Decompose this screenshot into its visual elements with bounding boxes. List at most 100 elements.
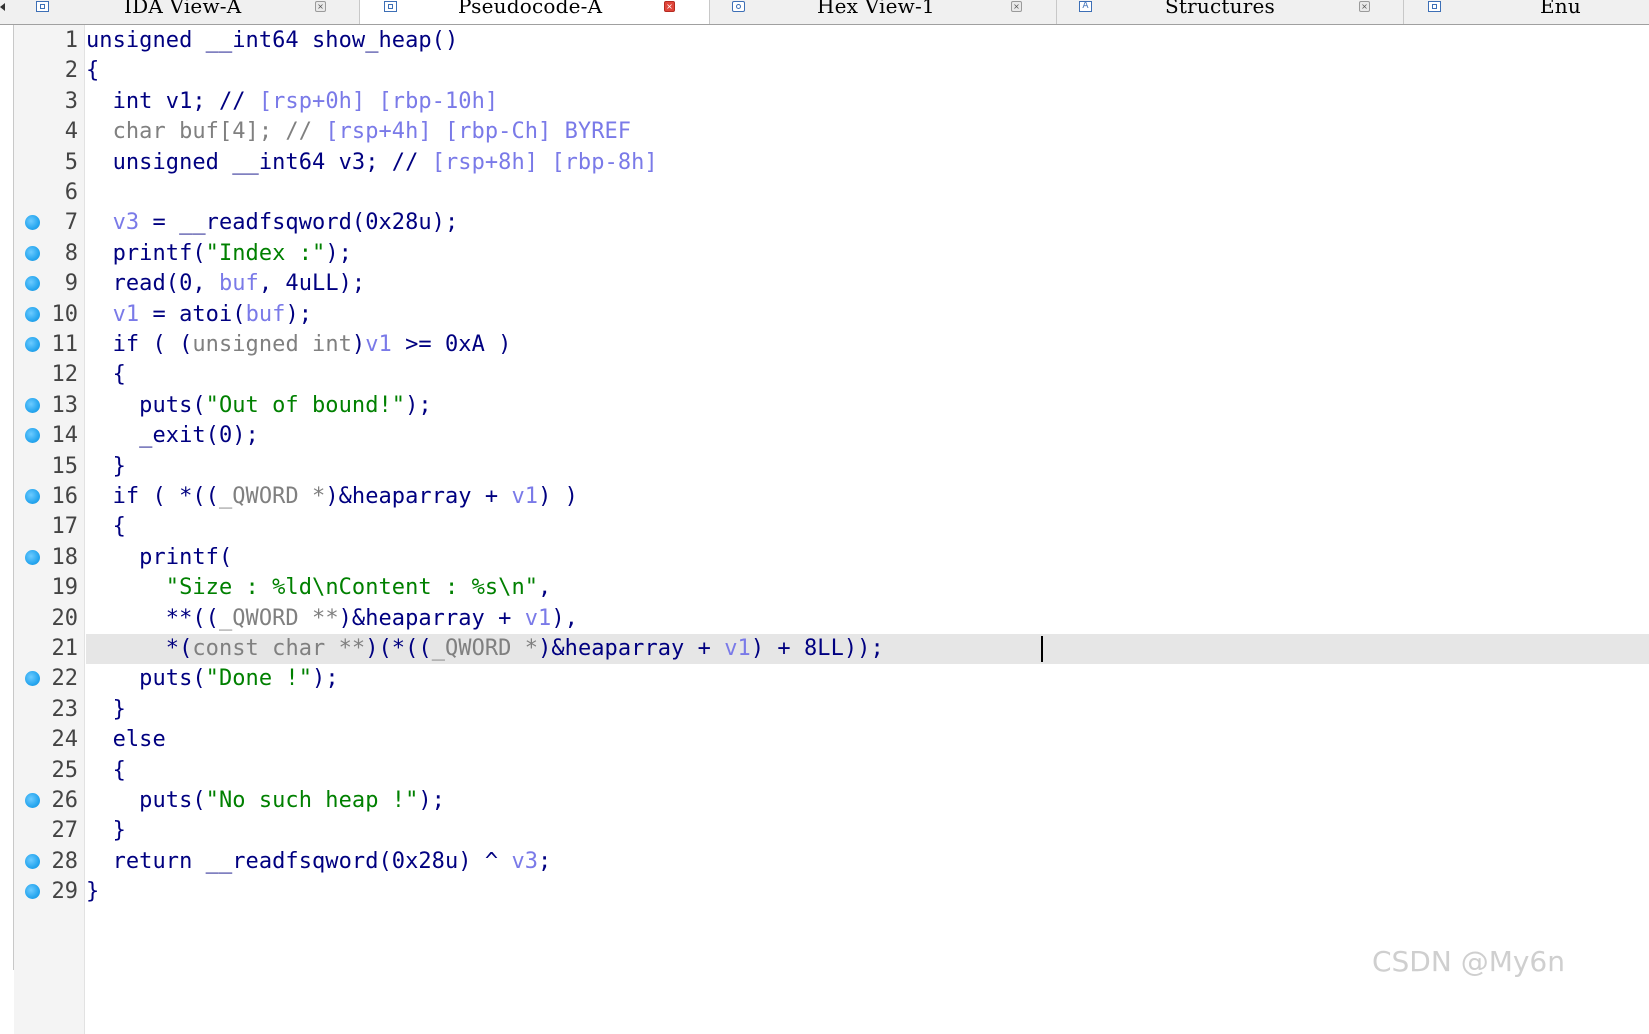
code-line[interactable]: 25 { — [0, 756, 1649, 786]
code-line[interactable]: 3 int v1; // [rsp+0h] [rbp-10h] — [0, 87, 1649, 117]
code-line[interactable]: 23 } — [0, 695, 1649, 725]
code-text[interactable]: } — [86, 452, 126, 482]
line-number: 7 — [64, 210, 78, 236]
code-text[interactable]: puts("Done !"); — [86, 664, 339, 694]
code-text[interactable]: { — [86, 360, 126, 390]
code-token: printf( — [86, 544, 233, 570]
pseudocode-editor[interactable]: 1 unsigned __int64 show_heap() 2{3 int v1;… — [0, 25, 1649, 1034]
code-line[interactable]: 21 *(const char **)(*((_QWORD *)&heaparr… — [0, 634, 1649, 664]
code-text[interactable]: printf("Index :"); — [86, 239, 352, 269]
code-text[interactable]: if ( *((_QWORD *)&heaparray + v1) ) — [86, 482, 578, 512]
code-line[interactable]: 12 { — [0, 360, 1649, 390]
code-text[interactable]: } — [86, 816, 126, 846]
code-text[interactable]: } — [86, 877, 99, 907]
code-token: v1 — [724, 636, 751, 661]
code-token: if ( *(( — [86, 484, 219, 509]
code-token: ); — [405, 392, 432, 418]
code-line[interactable]: 15 } — [0, 452, 1649, 482]
code-text[interactable]: return __readfsqword(0x28u) ^ v3; — [86, 847, 552, 877]
code-line[interactable]: 28 return __readfsqword(0x28u) ^ v3; — [0, 847, 1649, 877]
line-number: 15 — [51, 453, 79, 479]
code-text[interactable]: char buf[4]; // [rsp+4h] [rbp-Ch] BYREF — [86, 117, 631, 147]
code-line[interactable]: 16 if ( *((_QWORD *)&heaparray + v1) ) — [0, 482, 1649, 512]
code-token: **(( — [86, 605, 219, 631]
code-text[interactable]: puts("Out of bound!"); — [86, 391, 432, 421]
code-text[interactable]: *(const char **)(*((_QWORD *)&heaparray … — [86, 634, 884, 664]
code-token: v3 — [112, 210, 140, 236]
line-number: 12 — [51, 362, 79, 388]
code-text[interactable]: v1 = atoi(buf); — [86, 300, 312, 330]
pseudocode-icon — [384, 1, 397, 12]
code-line[interactable]: 4 char buf[4]; // [rsp+4h] [rbp-Ch] BYRE… — [0, 117, 1649, 147]
close-icon[interactable]: × — [1359, 1, 1370, 12]
code-text[interactable]: { — [86, 56, 99, 86]
code-token: "Index :" — [205, 240, 326, 266]
code-text[interactable]: } — [86, 695, 126, 725]
code-line[interactable]: 2{ — [0, 56, 1649, 86]
code-token: _QWORD * — [431, 636, 539, 661]
code-line[interactable]: 18 printf( — [0, 543, 1649, 573]
line-number: 13 — [51, 392, 79, 418]
code-line[interactable]: 5 unsigned __int64 v3; // [rsp+8h] [rbp-… — [0, 148, 1649, 178]
tab-structures[interactable]: A Structures × — [1057, 0, 1404, 24]
code-text[interactable]: unsigned __int64 show_heap() — [86, 26, 458, 56]
code-text[interactable]: "Size : %ld\nContent : %s\n", — [86, 573, 552, 603]
line-number: 23 — [51, 696, 79, 722]
code-text[interactable]: read(0, buf, 4uLL); — [86, 269, 366, 299]
code-token: puts( — [86, 788, 206, 813]
code-line[interactable]: 22 puts("Done !"); — [0, 664, 1649, 694]
code-text[interactable]: **((_QWORD **)&heaparray + v1), — [86, 604, 578, 634]
code-token: unsigned __int64 v3; // — [86, 149, 432, 175]
text-cursor — [1041, 636, 1043, 662]
line-number: 29 — [51, 879, 79, 905]
code-token: "Out of bound!" — [205, 392, 406, 418]
close-icon[interactable]: × — [315, 1, 326, 12]
code-line[interactable]: 11 if ( (unsigned int)v1 >= 0xA ) — [0, 330, 1649, 360]
code-line[interactable]: 19 "Size : %ld\nContent : %s\n", — [0, 573, 1649, 603]
code-text[interactable]: if ( (unsigned int)v1 >= 0xA ) — [86, 330, 512, 360]
tab-label: Structures — [1165, 0, 1275, 18]
code-line[interactable]: 14 _exit(0); — [0, 421, 1649, 451]
code-line[interactable]: 24 else — [0, 725, 1649, 755]
tab-ida-view-a[interactable]: IDA View-A × — [12, 0, 360, 24]
code-line[interactable]: 17 { — [0, 512, 1649, 542]
code-text[interactable]: else — [86, 725, 166, 755]
code-text[interactable]: unsigned __int64 v3; // [rsp+8h] [rbp-8h… — [86, 148, 658, 178]
line-number: 21 — [51, 636, 79, 661]
line-number: 4 — [64, 119, 78, 145]
code-line[interactable]: 13 puts("Out of bound!"); — [0, 391, 1649, 421]
code-line[interactable]: 10 v1 = atoi(buf); — [0, 300, 1649, 330]
code-line[interactable]: 6 — [0, 178, 1649, 208]
close-icon[interactable]: × — [664, 1, 675, 12]
code-token: _QWORD * — [218, 484, 326, 509]
code-line[interactable]: 29} — [0, 877, 1649, 907]
tab-enums[interactable]: Enu — [1404, 0, 1649, 24]
code-token: { — [86, 757, 126, 783]
code-token: unsigned int — [192, 332, 352, 357]
code-text[interactable]: printf( — [86, 543, 232, 573]
tab-hex-view-1[interactable]: Hex View-1 × — [710, 0, 1057, 24]
code-token: v3 — [511, 848, 539, 874]
code-token: = __readfsqword(0x28u); — [139, 210, 459, 236]
code-text[interactable]: { — [86, 512, 126, 542]
code-text[interactable]: v3 = __readfsqword(0x28u); — [86, 208, 459, 238]
ida-view-icon — [36, 1, 49, 12]
code-line[interactable]: 26 puts("No such heap !"); — [0, 786, 1649, 816]
tab-scroll-left[interactable] — [0, 0, 12, 24]
code-line[interactable]: 8 printf("Index :"); — [0, 239, 1649, 269]
code-line[interactable]: 7 v3 = __readfsqword(0x28u); — [0, 208, 1649, 238]
code-text[interactable]: int v1; // [rsp+0h] [rbp-10h] — [86, 87, 499, 117]
code-line[interactable]: 27 } — [0, 816, 1649, 846]
code-text[interactable]: puts("No such heap !"); — [86, 786, 445, 816]
code-line[interactable]: 1 unsigned __int64 show_heap() — [0, 26, 1649, 56]
tab-pseudocode-a[interactable]: Pseudocode-A × — [360, 0, 710, 24]
code-token: ) — [351, 332, 366, 357]
code-text[interactable]: _exit(0); — [86, 421, 259, 451]
code-line[interactable]: 9 read(0, buf, 4uLL); — [0, 269, 1649, 299]
code-token: , — [538, 575, 552, 601]
line-number: 2 — [64, 58, 78, 84]
code-text[interactable]: { — [86, 756, 126, 786]
close-icon[interactable]: × — [1011, 1, 1022, 12]
code-line[interactable]: 20 **((_QWORD **)&heaparray + v1), — [0, 604, 1649, 634]
